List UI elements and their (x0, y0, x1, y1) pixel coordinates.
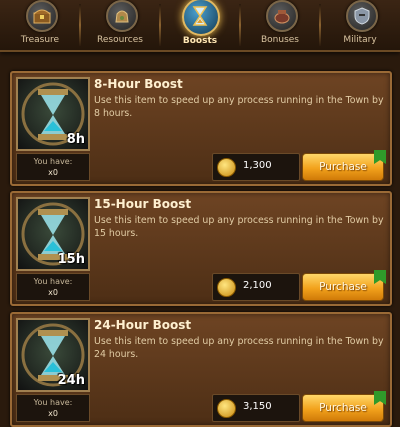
item-title: 24-Hour Boost (94, 318, 192, 332)
purchase-button[interactable]: Purchase (302, 270, 386, 301)
inventory-count: You have: x0 (16, 273, 90, 301)
tab-label: Treasure (20, 35, 60, 45)
tab-treasure[interactable]: Treasure (0, 0, 80, 50)
inventory-count: You have: x0 (16, 394, 90, 422)
tab-military[interactable]: Military (320, 0, 400, 50)
you-have-label: You have: (33, 277, 73, 286)
purchase-label: Purchase (319, 402, 367, 414)
treasure-chest-icon (26, 0, 58, 32)
inventory-count: You have: x0 (16, 153, 90, 181)
item-title: 15-Hour Boost (94, 197, 192, 211)
you-have-count: x0 (48, 168, 58, 177)
you-have-label: You have: (33, 157, 73, 166)
item-thumbnail: 15h (16, 197, 90, 271)
list-item: 15h You have: x0 15-Hour Boost Use this … (10, 191, 392, 306)
price-display: 1,300 (212, 153, 300, 181)
hourglass-icon (182, 0, 220, 36)
gold-coin-icon (217, 158, 236, 177)
list-item: 8h You have: x0 8-Hour Boost Use this it… (10, 71, 392, 186)
duration-badge: 15h (57, 252, 85, 267)
category-tab-bar: Treasure Resources Boosts Bonuses Milita… (0, 0, 400, 52)
price-display: 3,150 (212, 394, 300, 422)
gold-coin-icon (217, 278, 236, 297)
green-flag-icon (374, 270, 386, 284)
item-description: Use this item to speed up any process ru… (94, 215, 384, 239)
purchase-button[interactable]: Purchase (302, 391, 386, 422)
tab-bonuses[interactable]: Bonuses (240, 0, 320, 50)
you-have-label: You have: (33, 398, 73, 407)
tab-resources[interactable]: Resources (80, 0, 160, 50)
item-price: 1,300 (243, 160, 272, 171)
you-have-count: x0 (48, 288, 58, 297)
bonus-pot-icon (266, 0, 298, 32)
price-display: 2,100 (212, 273, 300, 301)
purchase-label: Purchase (319, 281, 367, 293)
item-title: 8-Hour Boost (94, 77, 183, 91)
item-description: Use this item to speed up any process ru… (94, 95, 384, 119)
you-have-count: x0 (48, 409, 58, 418)
tab-label: Boosts (182, 36, 218, 46)
green-flag-icon (374, 391, 386, 405)
tab-label: Resources (97, 35, 143, 45)
item-price: 2,100 (243, 280, 272, 291)
gold-coin-icon (217, 399, 236, 418)
purchase-label: Purchase (319, 161, 367, 173)
duration-badge: 8h (66, 132, 85, 147)
tab-boosts[interactable]: Boosts (160, 0, 240, 50)
shield-helmet-icon (346, 0, 378, 32)
purchase-button[interactable]: Purchase (302, 150, 386, 181)
duration-badge: 24h (57, 373, 85, 388)
list-item: 24h You have: x0 24-Hour Boost Use this … (10, 312, 392, 427)
green-flag-icon (374, 150, 386, 164)
resource-bag-icon (106, 0, 138, 32)
tab-label: Military (343, 35, 377, 45)
item-price: 3,150 (243, 401, 272, 412)
item-description: Use this item to speed up any process ru… (94, 336, 384, 360)
item-thumbnail: 24h (16, 318, 90, 392)
item-thumbnail: 8h (16, 77, 90, 151)
tab-label: Bonuses (260, 35, 299, 45)
